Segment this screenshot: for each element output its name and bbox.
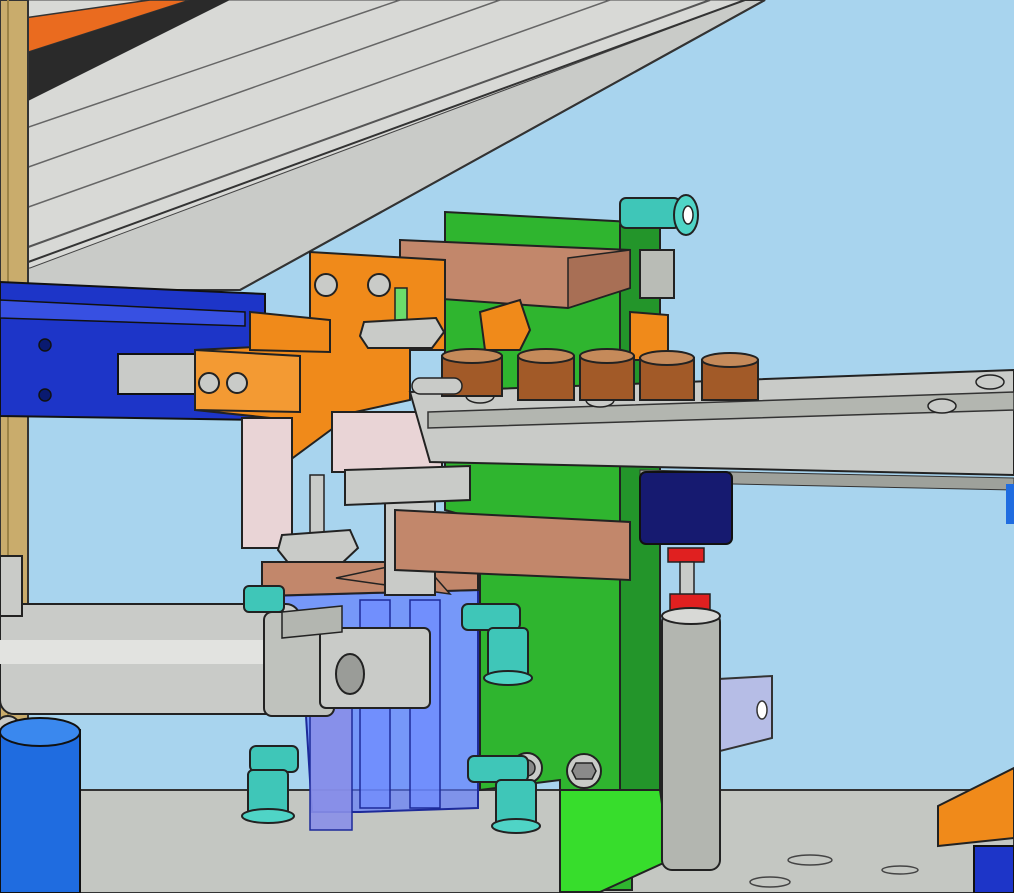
elbow-fitting — [243, 585, 285, 613]
base-plate — [79, 789, 1014, 893]
bushing — [639, 350, 695, 401]
bushing-row — [411, 348, 759, 401]
bushing — [579, 348, 635, 401]
blue-base-cylinder — [0, 717, 81, 893]
cad-assembly-view — [0, 0, 1014, 893]
right-edge-part — [1006, 484, 1014, 524]
bushing — [701, 352, 759, 401]
bushing — [517, 348, 575, 401]
assembly-canvas — [0, 0, 1014, 893]
